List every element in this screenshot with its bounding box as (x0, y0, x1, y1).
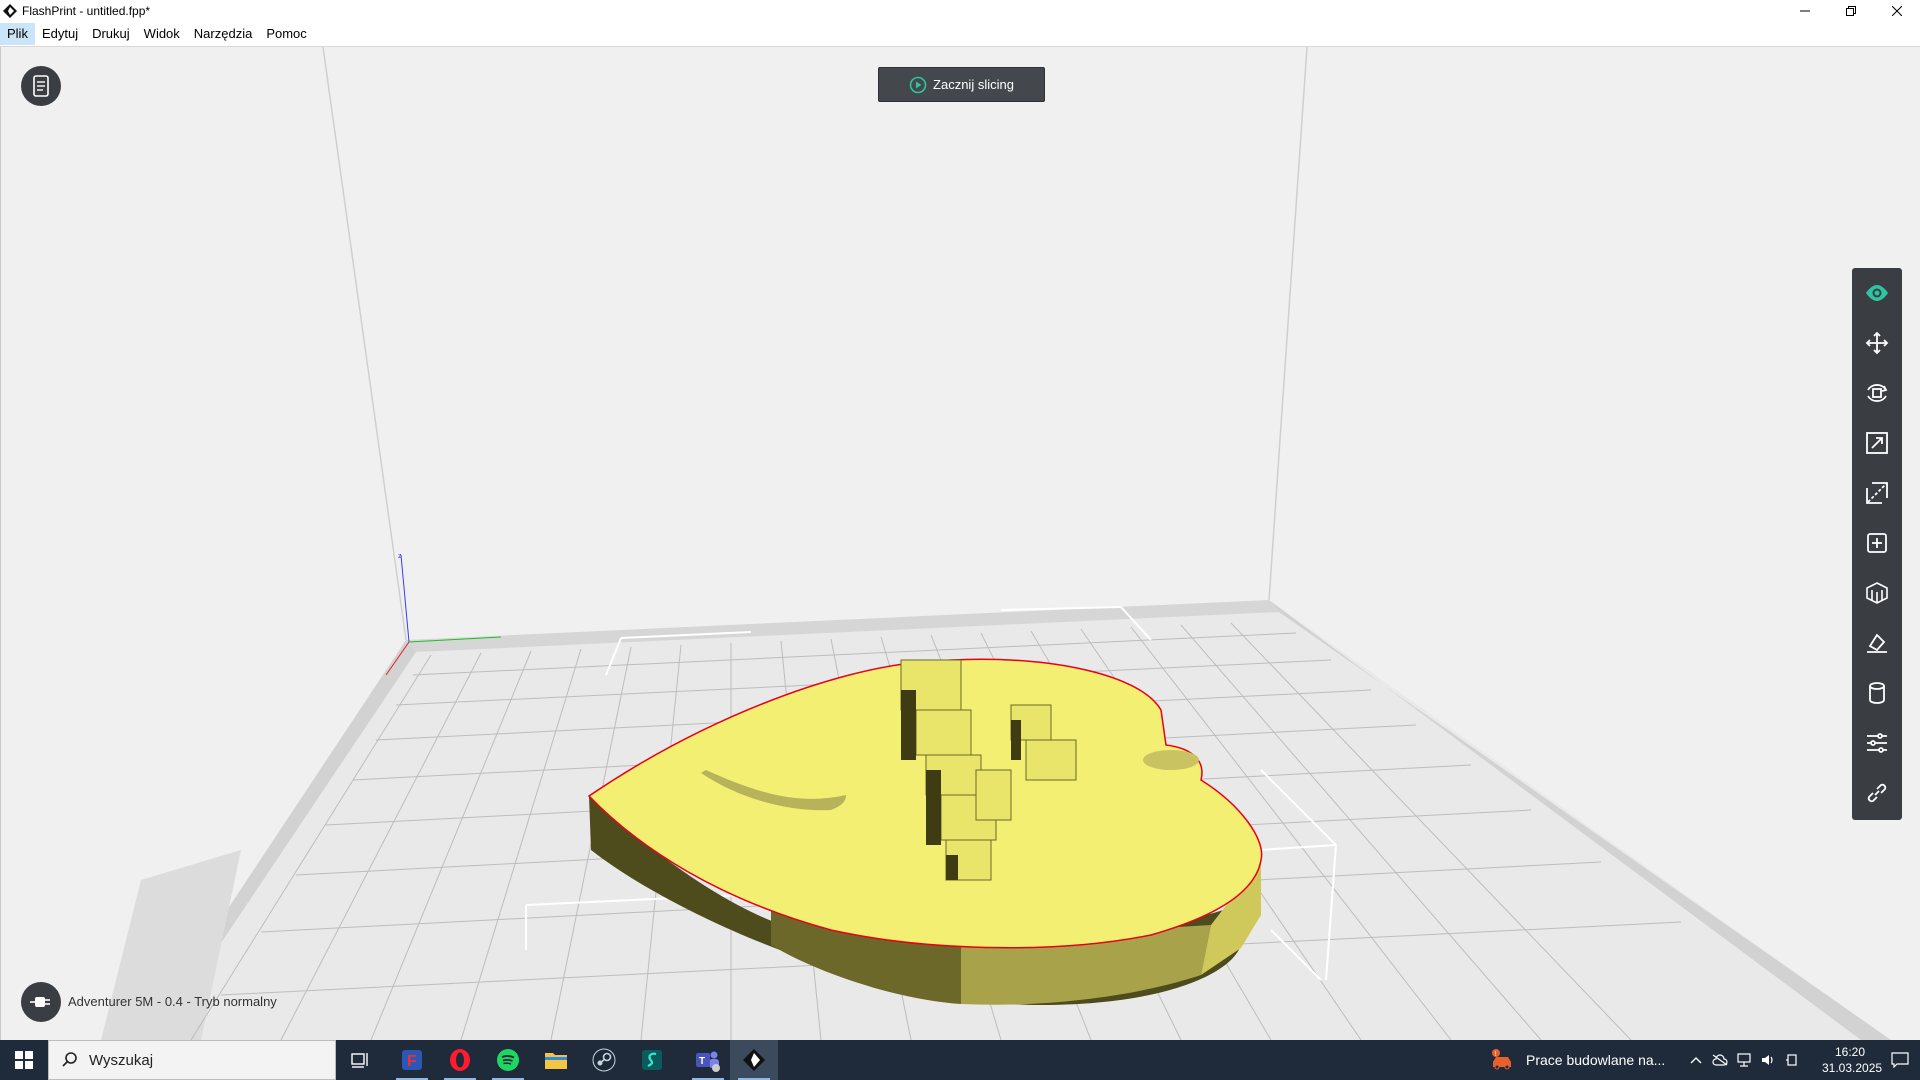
taskbar-clock[interactable]: 16:20 31.03.2025 (1822, 1044, 1883, 1076)
plug-icon (30, 997, 50, 1007)
cut-icon (1866, 482, 1888, 504)
menu-pomoc[interactable]: Pomoc (259, 23, 313, 45)
chevron-up-icon (1690, 1057, 1702, 1064)
windows-taskbar: Wyszukaj F T ! Prace budowlane na... 16:… (0, 1040, 1920, 1080)
minimize-icon (1800, 10, 1810, 12)
z-axis-label: z (398, 553, 402, 560)
scale-tool-button[interactable] (1852, 418, 1902, 468)
app-s-icon (642, 1050, 662, 1070)
minimize-button[interactable] (1782, 0, 1828, 22)
taskbar-file-explorer[interactable] (532, 1040, 580, 1080)
menu-drukuj[interactable]: Drukuj (85, 23, 137, 45)
bed-level-tool-button[interactable] (1852, 618, 1902, 668)
close-button[interactable] (1874, 0, 1920, 22)
tray-cloud-button[interactable] (1708, 1040, 1732, 1080)
notifications-button[interactable] (1880, 1040, 1920, 1080)
flashprint-icon (743, 1049, 765, 1071)
taskbar-teams[interactable]: T (684, 1040, 732, 1080)
clock-date: 31.03.2025 (1822, 1061, 1883, 1075)
3d-viewport[interactable]: z Zacznij slicing Adventurer 5M - 0.4 - … (0, 47, 1920, 1040)
play-circle-icon (909, 76, 927, 93)
move-icon (1865, 331, 1889, 355)
window-title: FlashPrint - untitled.fpp* (22, 4, 151, 18)
taskbar-app-s[interactable] (628, 1040, 676, 1080)
eye-icon (1866, 285, 1888, 301)
cloud-off-icon (1712, 1054, 1728, 1066)
app-f-icon: F (402, 1050, 422, 1070)
tray-network-button[interactable] (1732, 1040, 1756, 1080)
traffic-news-icon: ! (1492, 1049, 1511, 1070)
taskbar-search[interactable]: Wyszukaj (48, 1040, 336, 1080)
opera-icon (450, 1049, 470, 1071)
add-model-tool-button[interactable] (1852, 518, 1902, 568)
move-tool-button[interactable] (1852, 318, 1902, 368)
rotate-tool-button[interactable] (1852, 368, 1902, 418)
cut-tool-button[interactable] (1852, 468, 1902, 518)
build-volume-scene: z (101, 47, 1891, 1040)
restore-button[interactable] (1828, 0, 1874, 22)
close-icon (1892, 6, 1902, 16)
menu-bar: Plik Edytuj Drukuj Widok Narzędzia Pomoc (0, 22, 1920, 47)
spotify-icon (497, 1049, 519, 1071)
restore-icon (1846, 6, 1856, 16)
svg-text:F: F (407, 1053, 417, 1070)
show-hidden-icons-button[interactable] (1684, 1040, 1708, 1080)
view-tool-button[interactable] (1852, 268, 1902, 318)
right-toolbar (1852, 268, 1902, 820)
svg-text:T: T (699, 1056, 705, 1067)
teams-icon: T (696, 1051, 720, 1072)
steam-icon (592, 1048, 616, 1072)
cylinder-icon (1869, 682, 1885, 704)
taskbar-opera[interactable] (436, 1040, 484, 1080)
windows-logo-icon (15, 1051, 33, 1069)
search-icon (62, 1052, 77, 1067)
support-icon (1866, 582, 1888, 604)
flashprint-logo-icon (3, 4, 17, 18)
menu-widok[interactable]: Widok (137, 23, 187, 45)
taskbar-spotify[interactable] (484, 1040, 532, 1080)
back-left-edge (322, 47, 407, 641)
start-slicing-button[interactable]: Zacznij slicing (878, 67, 1045, 102)
scale-icon (1866, 432, 1888, 454)
link-icon (1867, 783, 1887, 803)
settings-sliders-icon (1867, 733, 1887, 753)
document-button[interactable] (21, 66, 61, 106)
system-tray (1684, 1040, 1804, 1080)
tray-volume-button[interactable] (1756, 1040, 1780, 1080)
folder-icon (545, 1053, 567, 1069)
printer-connect-button[interactable] (21, 982, 61, 1022)
link-tool-button[interactable] (1852, 768, 1902, 818)
menu-narzedzia[interactable]: Narzędzia (187, 23, 260, 45)
news-widget[interactable]: ! Prace budowlane na... (1490, 1040, 1665, 1080)
title-bar: FlashPrint - untitled.fpp* (0, 0, 1920, 22)
task-view-icon (351, 1053, 368, 1068)
svg-text:!: ! (1495, 1051, 1497, 1058)
task-view-button[interactable] (336, 1040, 384, 1080)
menu-edytuj[interactable]: Edytuj (35, 23, 85, 45)
heart-hole (1143, 750, 1199, 770)
support-tool-button[interactable] (1852, 568, 1902, 618)
document-icon (33, 75, 49, 97)
rotate-icon (1867, 384, 1888, 402)
start-slicing-label: Zacznij slicing (933, 77, 1014, 92)
taskbar-steam[interactable] (580, 1040, 628, 1080)
add-model-icon (1867, 533, 1887, 553)
device-icon (1786, 1054, 1797, 1066)
settings-tool-button[interactable] (1852, 718, 1902, 768)
printer-status-label: Adventurer 5M - 0.4 - Tryb normalny (68, 994, 277, 1009)
tray-device-button[interactable] (1780, 1040, 1804, 1080)
cylinder-tool-button[interactable] (1852, 668, 1902, 718)
bed-level-icon (1867, 633, 1887, 653)
notification-icon (1891, 1052, 1909, 1068)
volume-icon (1762, 1055, 1773, 1065)
back-right-edge (1268, 47, 1308, 601)
start-button[interactable] (0, 1040, 48, 1080)
menu-plik[interactable]: Plik (0, 23, 35, 45)
clock-time: 16:20 (1834, 1045, 1866, 1059)
news-text: Prace budowlane na... (1526, 1052, 1666, 1068)
network-icon (1737, 1053, 1751, 1067)
taskbar-flashprint-alt[interactable]: F (388, 1040, 436, 1080)
taskbar-flashprint[interactable] (730, 1040, 778, 1080)
search-placeholder: Wyszukaj (89, 1051, 154, 1069)
